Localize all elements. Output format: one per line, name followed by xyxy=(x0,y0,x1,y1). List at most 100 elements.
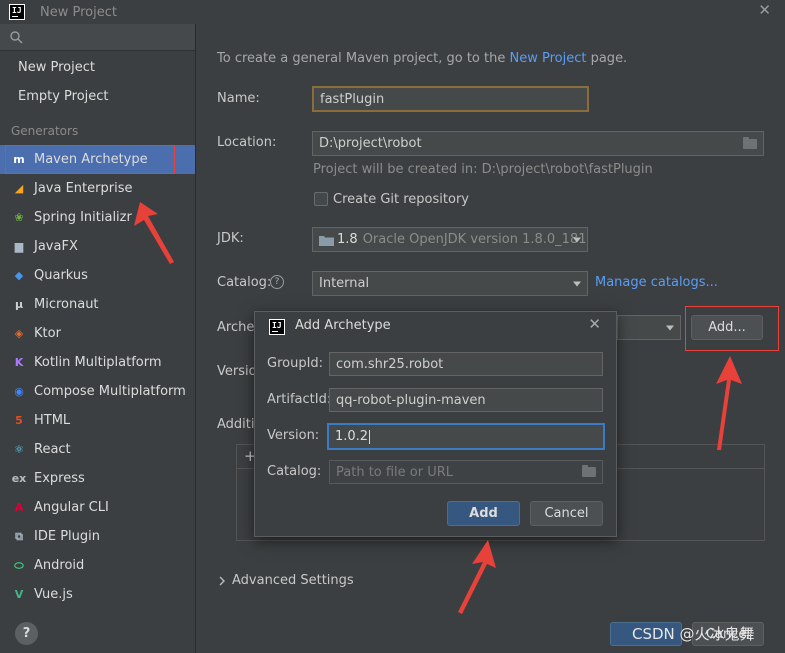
archetype-dropdown[interactable] xyxy=(617,315,681,340)
sidebar-item-compose-multiplatform[interactable]: ◉ Compose Multiplatform xyxy=(0,377,195,406)
angular-icon: A xyxy=(14,501,24,514)
version-field[interactable]: 1.0.2 xyxy=(327,423,605,450)
sidebar-item-vue-js[interactable]: V Vue.js xyxy=(0,580,195,609)
sidebar-item-angular-cli[interactable]: A Angular CLI xyxy=(0,493,195,522)
sidebar-item-html[interactable]: 5 HTML xyxy=(0,406,195,435)
name-value: fastPlugin xyxy=(320,91,385,107)
micronaut-icon: μ xyxy=(14,298,24,311)
advanced-settings-label: Advanced Settings xyxy=(232,573,354,588)
dialog-add-button[interactable]: Add xyxy=(447,501,520,526)
maven-icon: m xyxy=(13,153,25,166)
sidebar-item-micronaut[interactable]: μ Micronaut xyxy=(0,290,195,319)
kotlin-icon: K xyxy=(14,356,24,369)
spring-icon: ❀ xyxy=(14,211,24,224)
vue-icon: V xyxy=(14,588,24,601)
sidebar-item-label: IDE Plugin xyxy=(34,529,100,544)
sidebar-item-ktor[interactable]: ◈ Ktor xyxy=(0,319,195,348)
react-icon: ⚛ xyxy=(14,443,24,456)
sidebar-item-react[interactable]: ⚛ React xyxy=(0,435,195,464)
sidebar-item-express[interactable]: ex Express xyxy=(0,464,195,493)
version-label: Version: xyxy=(267,428,320,443)
search-icon xyxy=(10,30,23,43)
title-bar: IJ New Project ✕ xyxy=(0,0,785,24)
sidebar-item-label: Java Enterprise xyxy=(34,181,133,196)
git-checkbox[interactable] xyxy=(314,192,328,206)
catalog-label: Catalog: xyxy=(267,464,322,479)
folder-icon[interactable] xyxy=(743,136,757,149)
name-label: Name: xyxy=(217,91,260,106)
folder-icon[interactable] xyxy=(582,465,596,477)
sidebar-item-label: Kotlin Multiplatform xyxy=(34,355,162,370)
generators-header: Generators xyxy=(11,124,79,138)
dialog-close-icon[interactable]: ✕ xyxy=(588,315,601,333)
generators-list: m Maven Archetype ◢ Java Enterprise ❀ Spring … xyxy=(0,145,195,609)
add-archetype-button[interactable]: Add... xyxy=(691,315,763,340)
sidebar-item-android[interactable]: ⬭ Android xyxy=(0,551,195,580)
sidebar-item-label: Spring Initializr xyxy=(34,210,132,225)
artifactid-field[interactable]: qq-robot-plugin-maven xyxy=(329,388,603,412)
info-text-prefix: To create a general Maven project, go to… xyxy=(217,51,506,66)
catalog-value: Internal xyxy=(319,276,370,291)
sidebar-item-label: Vue.js xyxy=(34,587,73,602)
new-project-link[interactable]: New Project xyxy=(509,51,586,66)
catalog-placeholder: Path to file or URL xyxy=(336,464,454,480)
catalog-path-field[interactable]: Path to file or URL xyxy=(329,460,603,484)
quarkus-icon: ◆ xyxy=(14,269,24,282)
git-checkbox-label: Create Git repository xyxy=(333,192,469,207)
advanced-settings-toggle[interactable]: Advanced Settings xyxy=(218,573,354,588)
name-field[interactable]: fastPlugin xyxy=(312,86,589,112)
express-icon: ex xyxy=(11,472,27,485)
artifactid-label: ArtifactId: xyxy=(267,392,332,407)
version-label: Versio xyxy=(217,364,257,379)
sidebar-item-quarkus[interactable]: ◆ Quarkus xyxy=(0,261,195,290)
location-value: D:\project\robot xyxy=(319,136,422,151)
sidebar-item-empty-project[interactable]: Empty Project xyxy=(0,82,195,111)
watermark: CSDN @火冰鬼舞 xyxy=(632,625,755,643)
catalog-help-icon[interactable]: ? xyxy=(270,275,284,289)
jdk-detail: Oracle OpenJDK version 1.8.0_181 xyxy=(362,232,587,247)
ide-plugin-icon: ⧉ xyxy=(15,529,23,543)
sidebar-item-ide-plugin[interactable]: ⧉ IDE Plugin xyxy=(0,522,195,551)
version-value: 1.0.2 xyxy=(335,429,369,444)
jdk-dropdown[interactable]: 1.8 Oracle OpenJDK version 1.8.0_181 xyxy=(312,227,588,252)
sidebar-item-new-project[interactable]: New Project xyxy=(0,53,195,82)
sidebar-item-label: Micronaut xyxy=(34,297,99,312)
sidebar-item-label: HTML xyxy=(34,413,71,428)
info-text: To create a general Maven project, go to… xyxy=(217,51,627,66)
close-window-icon[interactable]: ✕ xyxy=(758,1,771,19)
help-button[interactable]: ? xyxy=(15,622,38,645)
add-archetype-dialog: IJ Add Archetype ✕ GroupId: com.shr25.ro… xyxy=(254,311,617,537)
sidebar-search-input[interactable] xyxy=(0,24,195,51)
javafx-icon: ▆ xyxy=(14,240,24,253)
compose-icon: ◉ xyxy=(14,385,24,398)
catalog-dropdown[interactable]: Internal xyxy=(312,271,588,296)
chevron-down-icon xyxy=(666,325,674,330)
manage-catalogs-link[interactable]: Manage catalogs... xyxy=(595,275,718,290)
location-hint: Project will be created in: D:\project\r… xyxy=(313,162,653,177)
chevron-down-icon xyxy=(573,281,581,286)
groupid-value: com.shr25.robot xyxy=(336,356,444,372)
sidebar-item-java-enterprise[interactable]: ◢ Java Enterprise xyxy=(0,174,195,203)
location-label: Location: xyxy=(217,135,277,150)
sidebar-item-label: Angular CLI xyxy=(34,500,109,515)
sidebar-item-label: Quarkus xyxy=(34,268,88,283)
sidebar-item-label: Android xyxy=(34,558,85,573)
sidebar-item-kotlin-multiplatform[interactable]: K Kotlin Multiplatform xyxy=(0,348,195,377)
jdk-label: JDK: xyxy=(217,231,244,246)
sidebar: New Project Empty Project Generators m Ma… xyxy=(0,24,196,653)
sidebar-item-label: Ktor xyxy=(34,326,61,341)
dialog-title: Add Archetype xyxy=(295,318,391,333)
sidebar-item-label: Compose Multiplatform xyxy=(34,384,186,399)
groupid-label: GroupId: xyxy=(267,356,324,371)
sidebar-item-javafx[interactable]: ▆ JavaFX xyxy=(0,232,195,261)
html-icon: 5 xyxy=(15,414,23,427)
jdk-folder-icon xyxy=(319,235,334,246)
sidebar-item-label: Maven Archetype xyxy=(34,152,148,167)
location-field[interactable]: D:\project\robot xyxy=(312,131,764,156)
chevron-down-icon xyxy=(573,237,581,242)
sidebar-item-spring-initializr[interactable]: ❀ Spring Initializr xyxy=(0,203,195,232)
chevron-right-icon xyxy=(219,576,225,585)
groupid-field[interactable]: com.shr25.robot xyxy=(329,352,603,376)
dialog-cancel-button[interactable]: Cancel xyxy=(530,501,603,526)
sidebar-item-maven-archetype[interactable]: m Maven Archetype xyxy=(0,145,195,174)
